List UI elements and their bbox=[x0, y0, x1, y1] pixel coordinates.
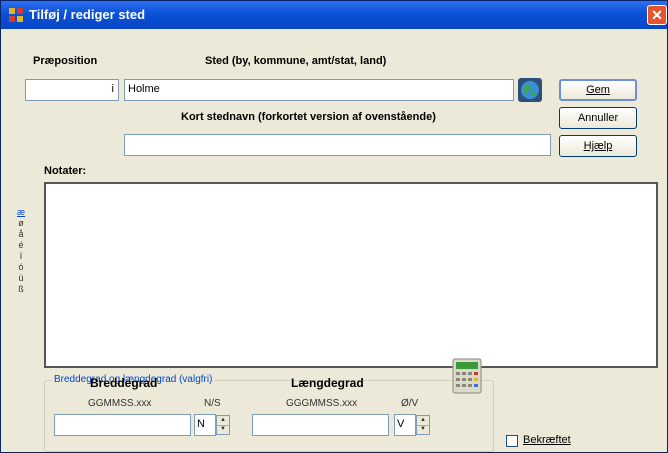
ew-down-icon[interactable]: ▼ bbox=[417, 425, 429, 434]
ew-label: Ø/V bbox=[401, 398, 419, 409]
help-button-label: Hjælp bbox=[583, 140, 613, 152]
globe-icon[interactable] bbox=[518, 78, 542, 102]
special-char-aa[interactable]: å bbox=[14, 229, 28, 240]
cancel-button[interactable]: Annuller bbox=[559, 107, 637, 129]
special-char-oe[interactable]: ø bbox=[14, 218, 28, 229]
save-button[interactable]: Gem bbox=[559, 79, 637, 101]
place-input[interactable]: Holme bbox=[124, 79, 514, 101]
preposition-input[interactable]: i bbox=[25, 79, 119, 101]
cancel-button-label: Annuller bbox=[577, 112, 619, 124]
confirmed-label[interactable]: Bekræftet bbox=[523, 434, 571, 446]
ns-spinner[interactable]: ▲ ▼ bbox=[216, 415, 230, 435]
special-char-ae[interactable]: æ bbox=[14, 207, 28, 218]
special-characters-bar: æ ø å é ï ó ü ß bbox=[14, 207, 28, 437]
title-bar[interactable]: Tilføj / rediger sted ✕ bbox=[1, 1, 667, 29]
notes-textarea[interactable] bbox=[44, 182, 658, 368]
latitude-input[interactable] bbox=[54, 414, 191, 436]
longitude-input[interactable] bbox=[252, 414, 389, 436]
short-name-input[interactable] bbox=[124, 134, 551, 156]
ns-label: N/S bbox=[204, 398, 221, 409]
dialog-window: Tilføj / rediger sted ✕ Præposition Sted… bbox=[0, 0, 668, 453]
calculator-icon[interactable] bbox=[452, 358, 482, 394]
preposition-value: i bbox=[111, 83, 114, 95]
help-button[interactable]: Hjælp bbox=[559, 135, 637, 157]
preposition-label: Præposition bbox=[33, 55, 98, 67]
notes-label: Notater: bbox=[44, 165, 87, 177]
short-name-label: Kort stednavn (forkortet version af oven… bbox=[181, 111, 436, 123]
special-char-o-acute[interactable]: ó bbox=[14, 262, 28, 273]
special-char-sharp-s[interactable]: ß bbox=[14, 284, 28, 295]
place-label: Sted (by, kommune, amt/stat, land) bbox=[205, 55, 387, 67]
special-char-i-umlaut[interactable]: ï bbox=[14, 251, 28, 262]
save-button-label: Gem bbox=[586, 84, 610, 96]
ew-spinner[interactable]: ▲ ▼ bbox=[416, 415, 430, 435]
confirmed-checkbox[interactable] bbox=[506, 435, 518, 447]
window-title: Tilføj / rediger sted bbox=[29, 7, 146, 22]
longitude-format: GGGMMSS.xxx bbox=[286, 398, 358, 409]
ns-down-icon[interactable]: ▼ bbox=[217, 425, 229, 434]
latitude-format: GGMMSS.xxx bbox=[88, 398, 152, 409]
app-icon bbox=[9, 8, 23, 22]
special-char-e-acute[interactable]: é bbox=[14, 240, 28, 251]
ew-select[interactable]: V bbox=[394, 414, 416, 436]
latitude-label: Breddegrad bbox=[90, 376, 158, 390]
longitude-label: Længdegrad bbox=[291, 376, 364, 390]
close-button[interactable]: ✕ bbox=[647, 5, 667, 25]
place-value: Holme bbox=[128, 83, 160, 95]
ns-select[interactable]: N bbox=[194, 414, 216, 436]
special-char-u-umlaut[interactable]: ü bbox=[14, 273, 28, 284]
